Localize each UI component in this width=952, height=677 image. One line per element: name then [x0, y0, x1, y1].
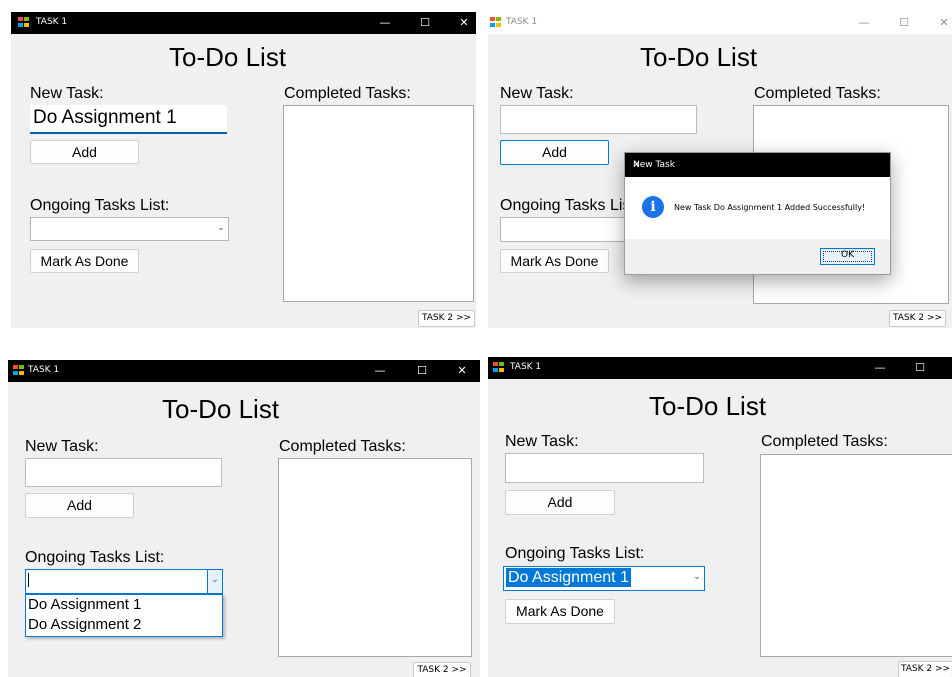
title-bar[interactable]: TASK 1 — ☐ ✕ — [8, 360, 480, 382]
ongoing-tasks-label: Ongoing Tasks List: — [30, 197, 170, 214]
window-bottom-left: TASK 1 — ☐ ✕ To-Do List New Task: Add On… — [8, 360, 480, 677]
maximize-icon[interactable]: ☐ — [408, 362, 436, 380]
dropdown-item[interactable]: Do Assignment 1 — [26, 595, 222, 615]
ongoing-tasks-dropdown: Do Assignment 1 Do Assignment 2 — [25, 594, 223, 637]
title-bar[interactable]: TASK 1 — ☐ ✕ — [11, 12, 476, 34]
new-task-label: New Task: — [30, 85, 104, 102]
add-button[interactable]: Add — [500, 140, 609, 165]
completed-tasks-label: Completed Tasks: — [754, 85, 881, 102]
completed-tasks-label: Completed Tasks: — [761, 433, 888, 450]
dialog-message: New Task Do Assignment 1 Added Successfu… — [674, 203, 866, 212]
maximize-icon[interactable]: ☐ — [890, 14, 918, 32]
selected-task-text: Do Assignment 1 — [506, 568, 631, 587]
page-title: To-Do List — [640, 42, 758, 72]
completed-tasks-list[interactable] — [760, 454, 952, 657]
app-icon — [490, 17, 502, 28]
close-icon[interactable]: ✕ — [448, 362, 476, 380]
ok-button[interactable]: OK — [820, 248, 875, 265]
minimize-icon[interactable]: — — [850, 14, 878, 32]
new-task-input[interactable] — [500, 105, 697, 134]
window-top-left: TASK 1 — ☐ ✕ To-Do List New Task: Do Ass… — [11, 12, 476, 328]
maximize-icon[interactable]: ☐ — [906, 359, 934, 377]
completed-tasks-label: Completed Tasks: — [284, 85, 411, 102]
new-task-input[interactable]: Do Assignment 1 — [30, 105, 227, 134]
message-dialog: New Task ✕ i New Task Do Assignment 1 Ad… — [624, 152, 891, 275]
chevron-down-icon[interactable]: ⌄ — [690, 567, 704, 590]
completed-tasks-list[interactable] — [283, 105, 474, 302]
window-bottom-right: TASK 1 — ☐ To-Do List New Task: Add Ongo… — [488, 357, 952, 677]
ongoing-tasks-label: Ongoing Tasks List: — [25, 549, 165, 566]
mark-as-done-button[interactable]: Mark As Done — [505, 599, 615, 624]
close-icon[interactable]: ✕ — [633, 160, 882, 170]
completed-tasks-label: Completed Tasks: — [279, 438, 406, 455]
window-title: TASK 1 — [28, 365, 60, 375]
ongoing-tasks-combobox[interactable]: Do Assignment 1 ⌄ — [503, 566, 705, 591]
task-2-button[interactable]: TASK 2 >> — [413, 662, 471, 677]
maximize-icon[interactable]: ☐ — [411, 14, 439, 32]
ongoing-tasks-label: Ongoing Tasks List: — [505, 545, 645, 562]
ongoing-tasks-label: Ongoing Tasks List: — [500, 197, 640, 214]
new-task-input[interactable] — [25, 458, 222, 487]
task-2-button[interactable]: TASK 2 >> — [889, 310, 946, 327]
task-2-button[interactable]: TASK 2 >> — [418, 310, 475, 327]
add-button[interactable]: Add — [25, 493, 134, 518]
page-title: To-Do List — [169, 42, 287, 72]
dropdown-item[interactable]: Do Assignment 2 — [26, 615, 222, 635]
close-icon[interactable]: ✕ — [450, 14, 476, 32]
window-title: TASK 1 — [506, 17, 538, 27]
app-icon — [13, 365, 25, 376]
chevron-down-icon[interactable]: ⌄ — [207, 570, 222, 593]
add-button[interactable]: Add — [505, 490, 615, 515]
title-bar[interactable]: TASK 1 — ☐ — [488, 357, 952, 379]
new-task-label: New Task: — [25, 438, 99, 455]
new-task-input[interactable] — [505, 453, 704, 483]
minimize-icon[interactable]: — — [366, 362, 394, 380]
close-icon[interactable]: ✕ — [930, 14, 952, 32]
chevron-down-icon[interactable]: ⌄ — [214, 218, 228, 240]
app-icon — [493, 362, 505, 373]
window-top-right: TASK 1 — ☐ ✕ To-Do List New Task: Add On… — [488, 12, 952, 328]
completed-tasks-list[interactable] — [278, 458, 472, 657]
dialog-body: i New Task Do Assignment 1 Added Success… — [625, 177, 890, 239]
mark-as-done-button[interactable]: Mark As Done — [500, 249, 609, 273]
minimize-icon[interactable]: — — [371, 14, 399, 32]
app-icon — [18, 17, 30, 28]
add-button[interactable]: Add — [30, 140, 139, 164]
minimize-icon[interactable]: — — [866, 359, 894, 377]
new-task-label: New Task: — [505, 433, 579, 450]
title-bar[interactable]: TASK 1 — ☐ ✕ — [488, 12, 952, 34]
page-title: To-Do List — [162, 394, 280, 424]
mark-as-done-button[interactable]: Mark As Done — [30, 249, 139, 273]
dialog-title-bar[interactable]: New Task ✕ — [625, 153, 890, 177]
new-task-input-value: Do Assignment 1 — [33, 107, 177, 128]
text-caret — [28, 573, 29, 587]
new-task-label: New Task: — [500, 85, 574, 102]
window-title: TASK 1 — [36, 17, 68, 27]
page-title: To-Do List — [649, 391, 767, 421]
ongoing-tasks-combobox[interactable]: ⌄ — [30, 217, 229, 241]
window-title: TASK 1 — [510, 362, 542, 372]
ongoing-tasks-combobox[interactable]: ⌄ — [25, 569, 223, 594]
task-2-button[interactable]: TASK 2 >> — [898, 661, 952, 677]
info-icon: i — [642, 196, 664, 218]
